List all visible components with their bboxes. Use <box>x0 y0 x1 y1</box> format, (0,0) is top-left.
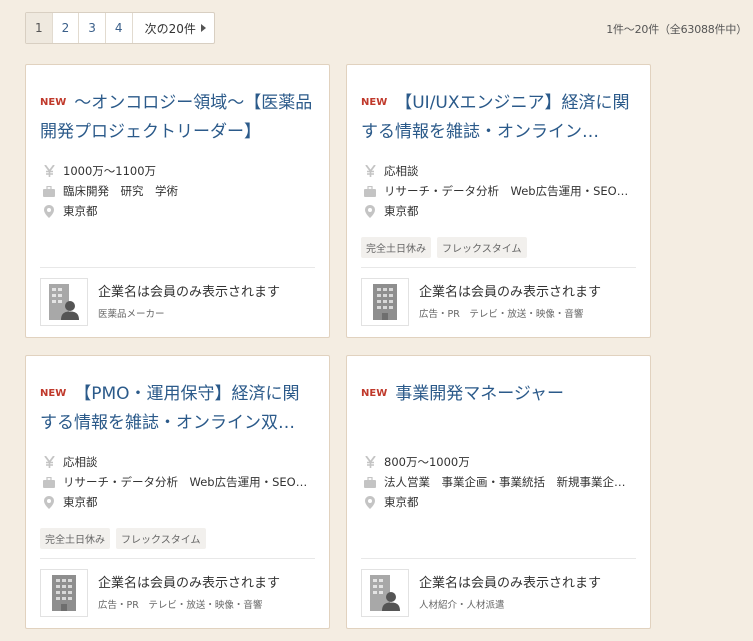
job-title-link[interactable]: 【UI/UXエンジニア】経済に関する情報を雑誌・オンライン… <box>361 93 630 142</box>
category-text: リサーチ・データ分析 Web広告運用・SEO… <box>384 184 629 198</box>
company-info: 企業名は会員のみ表示されます 医薬品メーカー <box>40 277 315 327</box>
category-row: リサーチ・データ分析 Web広告運用・SEO… <box>42 472 315 492</box>
company-info: 企業名は会員のみ表示されます 人材紹介・人材派遣 <box>361 568 636 618</box>
company-name: 企業名は会員のみ表示されます <box>98 576 281 591</box>
salary-row: 800万〜1000万 <box>363 452 636 472</box>
job-title-area[interactable]: NEW 【UI/UXエンジニア】経済に関する情報を雑誌・オンライン… <box>361 89 636 147</box>
new-badge: NEW <box>40 97 67 108</box>
job-title-area[interactable]: NEW 〜オンコロジー領域〜【医薬品開発プロジェクトリーダー】 <box>40 89 315 147</box>
job-title-area[interactable]: NEW 事業開発マネージャー <box>361 380 636 438</box>
briefcase-icon <box>363 185 377 197</box>
yen-icon <box>363 456 377 468</box>
industry-text: 広告・PR テレビ・放送・映像・音響 <box>98 600 263 611</box>
map-pin-icon <box>42 495 56 509</box>
divider <box>361 558 636 559</box>
pagination: 1 2 3 4 次の20件 <box>25 12 215 44</box>
job-card[interactable]: NEW 〜オンコロジー領域〜【医薬品開発プロジェクトリーダー】 1000万〜110… <box>25 64 330 338</box>
next-page-button[interactable]: 次の20件 <box>133 13 214 43</box>
category-row: 法人営業 事業企画・事業統括 新規事業企… <box>363 472 636 492</box>
tag: フレックスタイム <box>116 528 206 549</box>
briefcase-icon <box>42 476 56 488</box>
category-text: 法人営業 事業企画・事業統括 新規事業企… <box>384 475 626 489</box>
tag: 完全土日休み <box>361 237 431 258</box>
company-name: 企業名は会員のみ表示されます <box>419 576 602 591</box>
map-pin-icon <box>42 204 56 218</box>
location-text: 東京都 <box>63 204 98 218</box>
job-card[interactable]: NEW 【UI/UXエンジニア】経済に関する情報を雑誌・オンライン… 応相談 リサ… <box>346 64 651 338</box>
location-text: 東京都 <box>384 495 419 509</box>
building-icon <box>361 278 409 326</box>
job-title-link[interactable]: 【PMO・運用保守】経済に関する情報を雑誌・オンライン双… <box>40 384 300 433</box>
yen-icon <box>42 165 56 177</box>
caret-right-icon <box>200 24 206 32</box>
salary-text: 応相談 <box>384 164 419 178</box>
category-text: 臨床開発 研究 学術 <box>63 184 178 198</box>
company-name: 企業名は会員のみ表示されます <box>419 285 602 300</box>
job-details: 800万〜1000万 法人営業 事業企画・事業統括 新規事業企… 東京都 <box>363 452 636 512</box>
briefcase-icon <box>42 185 56 197</box>
location-row: 東京都 <box>42 492 315 512</box>
salary-text: 800万〜1000万 <box>384 455 470 469</box>
person-building-icon <box>40 278 88 326</box>
person-building-icon <box>361 569 409 617</box>
job-details: 応相談 リサーチ・データ分析 Web広告運用・SEO… 東京都 <box>363 161 636 221</box>
job-details: 応相談 リサーチ・データ分析 Web広告運用・SEO… 東京都 <box>42 452 315 512</box>
location-row: 東京都 <box>363 201 636 221</box>
company-info: 企業名は会員のみ表示されます 広告・PR テレビ・放送・映像・音響 <box>40 568 315 618</box>
job-card[interactable]: NEW 【PMO・運用保守】経済に関する情報を雑誌・オンライン双… 応相談 リサー… <box>25 355 330 629</box>
company-name: 企業名は会員のみ表示されます <box>98 285 281 300</box>
map-pin-icon <box>363 204 377 218</box>
location-row: 東京都 <box>42 201 315 221</box>
location-row: 東京都 <box>363 492 636 512</box>
job-title-link[interactable]: 〜オンコロジー領域〜【医薬品開発プロジェクトリーダー】 <box>40 93 312 142</box>
divider <box>361 267 636 268</box>
map-pin-icon <box>363 495 377 509</box>
job-details: 1000万〜1100万 臨床開発 研究 学術 東京都 <box>42 161 315 221</box>
salary-row: 1000万〜1100万 <box>42 161 315 181</box>
category-row: 臨床開発 研究 学術 <box>42 181 315 201</box>
salary-text: 応相談 <box>63 455 98 469</box>
yen-icon <box>42 456 56 468</box>
job-title-link[interactable]: 事業開発マネージャー <box>395 384 564 404</box>
tag: フレックスタイム <box>437 237 527 258</box>
building-icon <box>40 569 88 617</box>
briefcase-icon <box>363 476 377 488</box>
job-card[interactable]: NEW 事業開発マネージャー 800万〜1000万 法人営業 事業企画・事業統括 … <box>346 355 651 629</box>
tag: 完全土日休み <box>40 528 110 549</box>
new-badge: NEW <box>40 388 67 399</box>
industry-text: 医薬品メーカー <box>98 309 165 320</box>
salary-row: 応相談 <box>42 452 315 472</box>
salary-text: 1000万〜1100万 <box>63 164 157 178</box>
yen-icon <box>363 165 377 177</box>
page-2-button[interactable]: 2 <box>53 13 80 43</box>
salary-row: 応相談 <box>363 161 636 181</box>
company-info: 企業名は会員のみ表示されます 広告・PR テレビ・放送・映像・音響 <box>361 277 636 327</box>
new-badge: NEW <box>361 97 388 108</box>
result-count: 1件〜20件（全63088件中） <box>606 23 747 36</box>
location-text: 東京都 <box>384 204 419 218</box>
page-3-button[interactable]: 3 <box>79 13 106 43</box>
divider <box>40 267 315 268</box>
page-4-button[interactable]: 4 <box>106 13 133 43</box>
job-title-area[interactable]: NEW 【PMO・運用保守】経済に関する情報を雑誌・オンライン双… <box>40 380 315 438</box>
category-row: リサーチ・データ分析 Web広告運用・SEO… <box>363 181 636 201</box>
new-badge: NEW <box>361 388 388 399</box>
divider <box>40 558 315 559</box>
industry-text: 広告・PR テレビ・放送・映像・音響 <box>419 309 584 320</box>
next-page-label: 次の20件 <box>144 21 196 36</box>
page-1-button[interactable]: 1 <box>26 13 53 43</box>
location-text: 東京都 <box>63 495 98 509</box>
tag-list: 完全土日休み フレックスタイム <box>40 528 206 549</box>
industry-text: 人材紹介・人材派遣 <box>419 600 505 611</box>
category-text: リサーチ・データ分析 Web広告運用・SEO… <box>63 475 308 489</box>
tag-list: 完全土日休み フレックスタイム <box>361 237 527 258</box>
